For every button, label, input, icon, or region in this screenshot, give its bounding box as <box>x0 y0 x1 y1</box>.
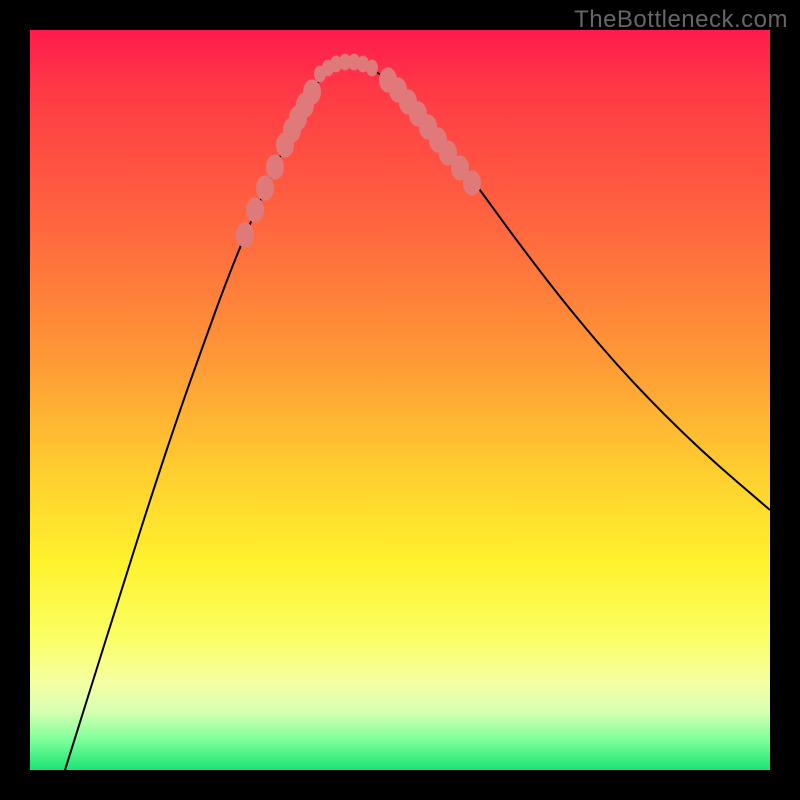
overlay-dot <box>246 197 264 222</box>
plot-area <box>30 30 770 770</box>
dotted-overlay-bottom <box>314 54 378 83</box>
bottleneck-curve <box>65 62 770 770</box>
overlay-dot <box>266 154 284 179</box>
outer-frame: TheBottleneck.com <box>0 0 800 800</box>
overlay-dot <box>236 222 254 247</box>
dotted-overlay-right <box>379 67 481 195</box>
overlay-dot <box>366 60 378 77</box>
overlay-dot <box>256 175 274 200</box>
overlay-dot <box>303 79 321 104</box>
overlay-dot <box>463 170 481 195</box>
curve-svg <box>30 30 770 770</box>
dotted-overlay-left <box>236 79 321 247</box>
